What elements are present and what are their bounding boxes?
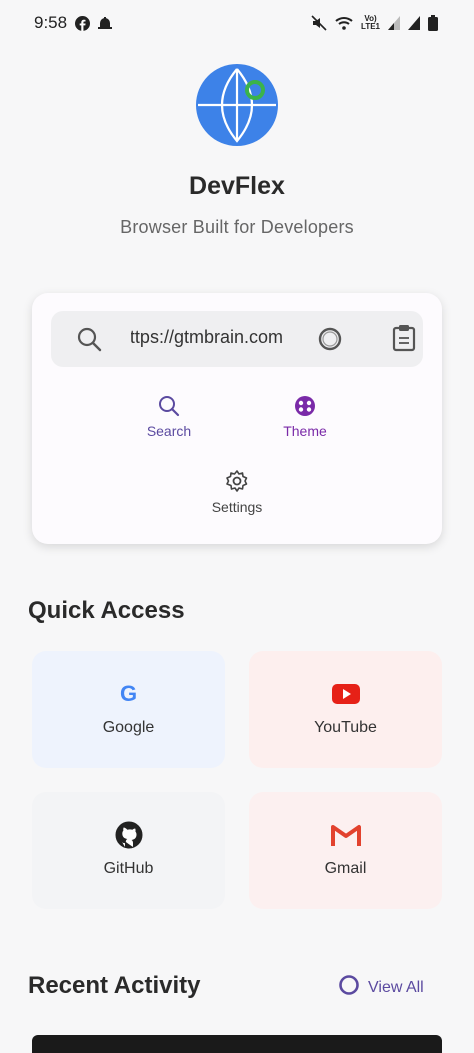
search-action-label: Search [146, 423, 192, 439]
quick-access-tile-google[interactable]: G Google [32, 651, 225, 768]
lte-indicator: Vo) LTE1 [361, 14, 380, 31]
quick-access-tile-github[interactable]: GitHub [32, 792, 225, 909]
app-title: DevFlex [189, 172, 285, 200]
quick-access-tile-youtube[interactable]: YouTube [249, 651, 442, 768]
url-text: https://gtmbrain.com [131, 327, 283, 347]
bottom-sheet-edge [32, 1035, 442, 1053]
recent-activity-title: Recent Activity [28, 972, 201, 999]
view-all-label: View All [368, 978, 424, 996]
wifi-icon [335, 16, 353, 30]
app-logo [195, 63, 279, 147]
tile-label: GitHub [103, 860, 154, 877]
signal-icon [388, 16, 400, 30]
theme-action-label: Theme [283, 423, 327, 439]
battery-icon [428, 15, 438, 31]
github-icon [32, 821, 225, 849]
search-icon [158, 396, 180, 420]
view-all-button[interactable]: View All [338, 974, 424, 1001]
signal-icon [408, 16, 420, 30]
quick-access-title: Quick Access [28, 597, 185, 624]
search-action-button[interactable]: Search [132, 395, 206, 439]
palette-icon [294, 396, 316, 420]
settings-action-button[interactable]: Settings [197, 469, 277, 515]
tile-label: Gmail [324, 860, 367, 877]
quick-access-tile-gmail[interactable]: Gmail [249, 792, 442, 909]
browser-card: https://gtmbrain.com Search Theme Settin… [32, 293, 442, 544]
tile-label: YouTube [314, 719, 377, 736]
facebook-icon [75, 15, 91, 31]
google-icon: G [119, 681, 138, 706]
tile-label: Google [102, 719, 155, 736]
settings-action-label: Settings [211, 499, 263, 515]
status-bar: 9:58 Vo) LTE1 [0, 0, 474, 46]
app-tagline: Browser Built for Developers [120, 217, 354, 237]
gmail-icon [249, 821, 442, 849]
url-bar[interactable]: https://gtmbrain.com [51, 311, 423, 367]
url-input[interactable]: https://gtmbrain.com [131, 327, 283, 353]
gear-icon [225, 470, 249, 496]
loading-ring-icon [338, 974, 360, 1001]
theme-action-button[interactable]: Theme [268, 395, 342, 439]
youtube-icon [249, 680, 442, 708]
clipboard-icon[interactable] [392, 324, 416, 357]
status-time: 9:58 [34, 13, 68, 32]
search-icon[interactable] [76, 326, 102, 357]
notification-icon [98, 17, 113, 29]
mute-icon [311, 15, 327, 31]
loading-spinner-icon[interactable] [317, 326, 343, 357]
